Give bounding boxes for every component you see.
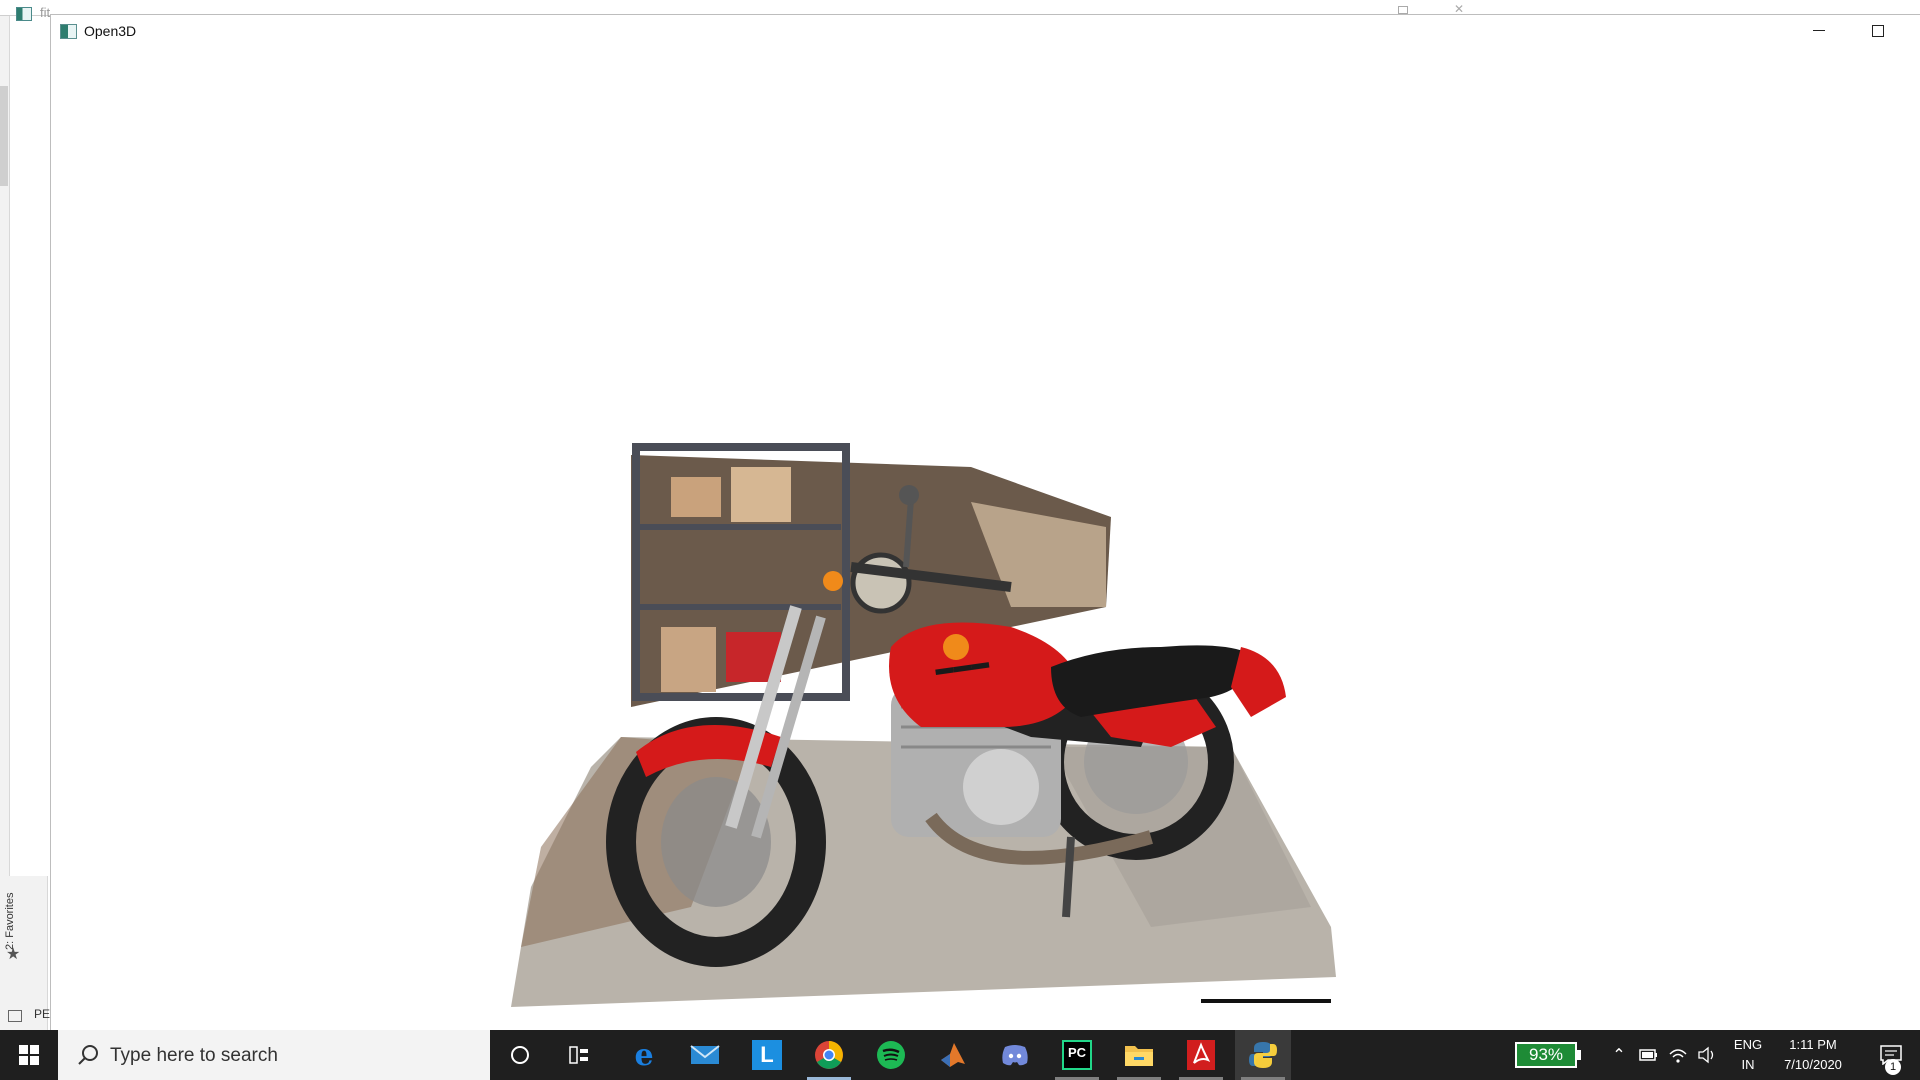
chrome-icon	[815, 1041, 843, 1069]
cortana-icon	[511, 1046, 529, 1064]
matlab-icon	[941, 1043, 965, 1067]
cortana-button[interactable]	[495, 1030, 545, 1080]
open3d-window: Open3D ▬▬▬	[50, 14, 1920, 1031]
lync-app-button[interactable]: L	[739, 1030, 795, 1080]
motorcycle-point-cloud: ▬▬▬	[511, 443, 1336, 1007]
clock[interactable]: 1:11 PM 7/10/2020	[1770, 1035, 1856, 1075]
minimize-icon[interactable]	[1813, 30, 1825, 31]
region-code: IN	[1741, 1057, 1755, 1072]
python-icon	[1249, 1042, 1277, 1068]
start-button[interactable]	[0, 1030, 58, 1080]
matlab-app-button[interactable]	[925, 1030, 981, 1080]
background-window-title: fit	[40, 5, 51, 20]
discord-icon	[1002, 1045, 1028, 1066]
point-cloud-viewport[interactable]: ▬▬▬	[51, 47, 1920, 1031]
clock-date: 7/10/2020	[1784, 1057, 1842, 1072]
spotify-icon	[877, 1041, 905, 1069]
edge-app-button[interactable]: e	[616, 1030, 672, 1080]
open3d-app-icon	[60, 24, 77, 39]
battery-icon	[1639, 1049, 1657, 1061]
acrobat-app-button[interactable]	[1173, 1030, 1229, 1080]
network-tray-button[interactable]	[1665, 1030, 1691, 1080]
open3d-titlebar[interactable]: Open3D	[51, 15, 1920, 47]
chevron-up-icon: ⌃	[1612, 1047, 1626, 1064]
bottom-panel-label[interactable]: PE	[34, 1007, 50, 1021]
taskbar: Type here to search e L PC 93% ⌃ ENG IN …	[0, 1030, 1920, 1080]
battery-tray-button[interactable]	[1636, 1030, 1662, 1080]
pycharm-app-button[interactable]: PC	[1049, 1030, 1105, 1080]
spotify-app-button[interactable]	[863, 1030, 919, 1080]
battery-nub	[1577, 1050, 1581, 1060]
task-view-icon	[569, 1046, 588, 1064]
panel-icon[interactable]	[8, 1010, 22, 1022]
app-icon	[16, 7, 32, 21]
windows-logo-icon	[19, 1045, 39, 1065]
star-icon: ★	[6, 946, 21, 963]
battery-percentage-badge[interactable]: 93%	[1515, 1042, 1577, 1068]
maximize-icon[interactable]	[1872, 25, 1884, 37]
taskbar-search[interactable]: Type here to search	[58, 1030, 490, 1080]
search-placeholder: Type here to search	[110, 1045, 278, 1066]
wifi-icon	[1669, 1049, 1687, 1063]
edge-icon: e	[634, 1037, 654, 1073]
lync-icon: L	[752, 1040, 782, 1070]
mail-app-button[interactable]	[677, 1030, 733, 1080]
show-hidden-icons-button[interactable]: ⌃	[1606, 1030, 1632, 1080]
scrollbar-thumb[interactable]	[0, 86, 8, 186]
favorites-tab[interactable]: 2: Favorites	[4, 893, 16, 950]
open3d-window-title: Open3D	[84, 23, 137, 39]
acrobat-icon	[1187, 1040, 1215, 1070]
clock-time: 1:11 PM	[1789, 1037, 1837, 1052]
chrome-app-button[interactable]	[801, 1030, 857, 1080]
file-explorer-app-button[interactable]	[1111, 1030, 1167, 1080]
language-code: ENG	[1733, 1037, 1763, 1052]
notification-count-badge: 1	[1885, 1059, 1901, 1075]
maximize-icon[interactable]	[1398, 6, 1408, 14]
search-icon	[78, 1045, 98, 1065]
volume-tray-button[interactable]	[1694, 1030, 1720, 1080]
folder-icon	[1125, 1046, 1153, 1066]
side-strip	[0, 16, 10, 876]
volume-icon	[1698, 1046, 1714, 1064]
python-app-button[interactable]	[1235, 1030, 1291, 1080]
language-indicator[interactable]: ENG IN	[1730, 1035, 1766, 1075]
task-view-button[interactable]	[555, 1030, 605, 1080]
discord-app-button[interactable]	[987, 1030, 1043, 1080]
pycharm-icon: PC	[1062, 1040, 1092, 1070]
mail-icon	[690, 1045, 720, 1064]
